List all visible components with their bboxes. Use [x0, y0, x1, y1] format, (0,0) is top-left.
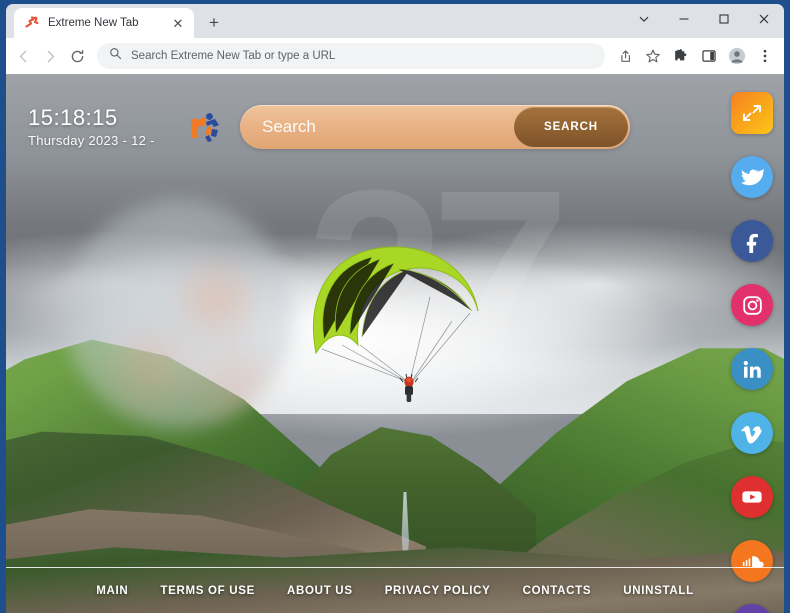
titlebar: Extreme New Tab ✕ + [6, 4, 784, 38]
footer-link-contacts[interactable]: CONTACTS [523, 585, 592, 597]
new-tab-page: 27 15:18:15 Thursday 2023 - 12 - Search … [6, 74, 784, 613]
footer-link-about-us[interactable]: ABOUT US [287, 585, 353, 597]
linkedin-icon[interactable] [731, 348, 773, 390]
expand-arrows-icon[interactable] [731, 92, 773, 134]
paraglider-pilot [399, 373, 419, 402]
profile-avatar-icon[interactable] [724, 43, 750, 69]
forward-icon[interactable] [37, 43, 63, 69]
search-widget: SEARCH [240, 105, 630, 149]
twitter-icon[interactable] [731, 156, 773, 198]
footer-link-uninstall[interactable]: UNINSTALL [623, 585, 694, 597]
vimeo-icon[interactable] [731, 412, 773, 454]
instagram-icon[interactable] [731, 284, 773, 326]
extreme-sports-logo [188, 111, 222, 143]
search-icon [109, 47, 122, 65]
footer-link-privacy-policy[interactable]: PRIVACY POLICY [385, 585, 491, 597]
clock-date: Thursday 2023 - 12 - [28, 132, 155, 148]
tab-search-chevron-down-icon[interactable] [624, 4, 664, 34]
footer-link-terms-of-use[interactable]: TERMS OF USE [160, 585, 255, 597]
paraglider [302, 241, 502, 411]
side-panel-icon[interactable] [696, 43, 722, 69]
minimize-icon[interactable] [664, 4, 704, 34]
reload-icon[interactable] [64, 43, 90, 69]
footer-nav: MAIN TERMS OF USE ABOUT US PRIVACY POLIC… [6, 567, 784, 613]
extensions-puzzle-icon[interactable] [668, 43, 694, 69]
toolbar-actions [612, 43, 778, 69]
search-input[interactable] [240, 117, 515, 137]
tab-strip: Extreme New Tab ✕ + [6, 4, 228, 38]
address-bar-placeholder: Search Extreme New Tab or type a URL [131, 50, 336, 62]
browser-toolbar: Search Extreme New Tab or type a URL [6, 38, 784, 74]
newtab-header: 15:18:15 Thursday 2023 - 12 - SEARCH [6, 98, 784, 156]
footer-link-main[interactable]: MAIN [96, 585, 128, 597]
window-controls [624, 4, 784, 34]
browser-window: Extreme New Tab ✕ + Search Extreme New T… [0, 0, 790, 613]
close-icon[interactable]: ✕ [170, 15, 186, 31]
bookmark-star-icon[interactable] [640, 43, 666, 69]
tab-title: Extreme New Tab [48, 17, 139, 29]
facebook-icon[interactable] [731, 220, 773, 262]
more-menu-icon[interactable] [752, 43, 778, 69]
address-bar[interactable]: Search Extreme New Tab or type a URL [97, 43, 605, 69]
extreme-new-tab-favicon [24, 15, 40, 31]
back-icon[interactable] [10, 43, 36, 69]
close-window-icon[interactable] [744, 4, 784, 34]
clock-time: 15:18:15 [28, 105, 118, 131]
social-rail [728, 92, 776, 613]
maximize-icon[interactable] [704, 4, 744, 34]
youtube-icon[interactable] [731, 476, 773, 518]
browser-tab[interactable]: Extreme New Tab ✕ [14, 8, 194, 38]
clock-widget: 15:18:15 Thursday 2023 - 12 - [28, 105, 180, 148]
share-icon[interactable] [612, 43, 638, 69]
decorative-blur-circle [64, 199, 294, 429]
new-tab-button[interactable]: + [200, 8, 228, 36]
search-button[interactable]: SEARCH [514, 107, 628, 147]
